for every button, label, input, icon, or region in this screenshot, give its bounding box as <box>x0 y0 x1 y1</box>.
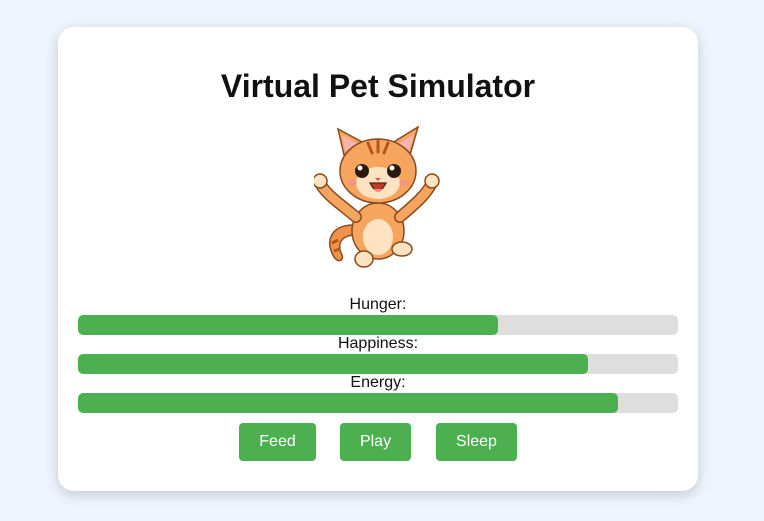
pet-image <box>312 125 442 273</box>
energy-bar <box>78 393 678 413</box>
orange-kitten-icon <box>312 125 440 268</box>
play-button[interactable]: Play <box>340 423 411 461</box>
happiness-label: Happiness: <box>337 335 419 352</box>
hunger-bar-fill <box>78 315 498 335</box>
hunger-bar <box>78 315 678 335</box>
happiness-bar <box>78 354 678 374</box>
happiness-bar-fill <box>78 354 588 374</box>
energy-bar-fill <box>78 393 618 413</box>
sleep-button[interactable]: Sleep <box>436 423 517 461</box>
pet-card: Virtual Pet Simulator Hunger: Happiness:… <box>58 27 698 491</box>
hunger-label: Hunger: <box>349 296 407 313</box>
feed-button[interactable]: Feed <box>239 423 316 461</box>
energy-label: Energy: <box>350 374 406 391</box>
page-title: Virtual Pet Simulator <box>220 68 536 104</box>
